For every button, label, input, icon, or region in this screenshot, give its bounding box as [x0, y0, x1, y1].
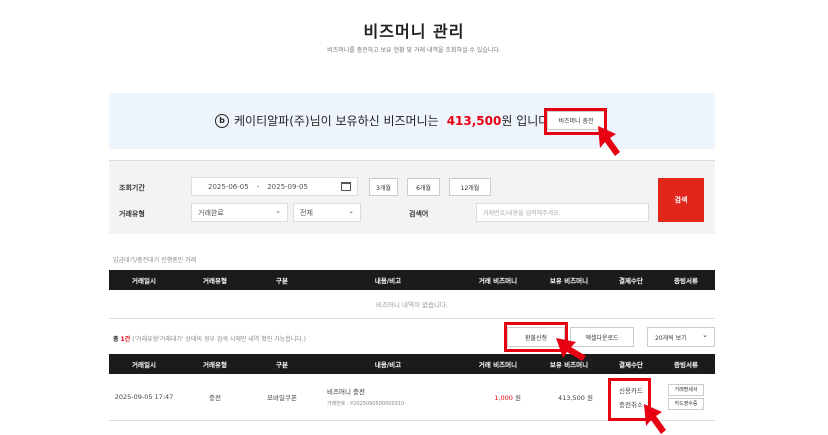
pending-table-header: 거래일시 거래유형 구분 내용/비고 거래 비즈머니 보유 비즈머니 결제수단 … — [109, 270, 715, 290]
balance-amount: 413,500 — [446, 113, 502, 128]
pointer-arrow-icon — [598, 126, 620, 156]
trade-datetime: 2025-09-05 17:47 — [109, 374, 179, 421]
count-note: ('거래유형'거래대기' 상태의 경우 검색 시에만 내역 확인 가능합니다.) — [132, 336, 307, 343]
balance-after: 413,500 — [558, 393, 585, 402]
keyword-label: 검색어 — [409, 210, 429, 218]
search-panel: 조회기간 2025-06-05 - 2025-09-05 3개월 6개월 12개… — [109, 160, 715, 234]
column-header: 내용/비고 — [313, 270, 463, 290]
trade-amount: 1,000 — [494, 393, 513, 402]
page-size-value: 20개씩 보기 — [655, 334, 687, 342]
chevron-down-icon: ⌄ — [275, 207, 281, 215]
column-header: 결제수단 — [605, 354, 657, 374]
pointer-arrow-icon — [556, 338, 586, 361]
empty-message: 비즈머니 내역이 없습니다. — [109, 290, 715, 319]
date-range-input[interactable]: 2025-06-05 - 2025-09-05 — [191, 177, 358, 196]
category-value: 전체 — [300, 208, 313, 217]
transaction-statement-button[interactable]: 거래명세서 — [668, 383, 704, 396]
trade-type-value: 거래완료 — [198, 208, 224, 217]
column-header: 거래유형 — [179, 270, 251, 290]
trade-unit: 원 — [515, 393, 521, 402]
result-count: 총 1건 ('거래유형'거래대기' 상태의 경우 검색 시에만 내역 확인 가능… — [113, 334, 306, 343]
count-value: 1건 — [120, 336, 131, 343]
column-header: 구분 — [251, 270, 313, 290]
trade-content: 비즈머니 충전 거래번호 : P2025090500000310 — [313, 374, 463, 421]
pointer-arrow-icon — [644, 404, 666, 434]
history-table-header: 거래일시 거래유형 구분 내용/비고 거래 비즈머니 보유 비즈머니 결제수단 … — [109, 354, 715, 374]
transaction-number: 거래번호 : P2025090500000310 — [327, 401, 405, 408]
trade-amount-cell: 1,000 원 — [463, 374, 533, 421]
end-date: 2025-09-05 — [267, 182, 308, 191]
column-header: 결제수단 — [605, 270, 657, 290]
balance-summary: b 케이티알파(주)님이 보유하신 비즈머니는 413,500 원 입니다. — [215, 112, 553, 129]
period-12-months-button[interactable]: 12개월 — [449, 178, 491, 196]
type-label: 거래유형 — [119, 210, 145, 218]
trade-type: 충전 — [179, 374, 251, 421]
calendar-icon[interactable] — [341, 182, 351, 191]
column-header: 거래 비즈머니 — [463, 354, 533, 374]
period-3-months-button[interactable]: 3개월 — [369, 178, 398, 196]
balance-text-prefix: 케이티알파(주)님이 보유하신 비즈머니는 — [234, 114, 439, 128]
balance-amount-cell: 413,500 원 — [533, 374, 605, 421]
page-title: 비즈머니 관리 — [363, 22, 465, 41]
column-header: 거래일시 — [109, 270, 179, 290]
chevron-down-icon: ⌄ — [702, 331, 708, 339]
column-header: 거래 비즈머니 — [463, 270, 533, 290]
column-header: 증빙서류 — [657, 354, 715, 374]
keyword-placeholder: 거래번호/내용을 입력해주세요. — [483, 210, 561, 217]
chevron-down-icon: ⌄ — [348, 207, 354, 215]
start-date: 2025-06-05 — [208, 182, 249, 191]
column-header: 보유 비즈머니 — [533, 270, 605, 290]
period-label: 조회기간 — [119, 184, 145, 192]
keyword-input[interactable]: 거래번호/내용을 입력해주세요. — [476, 203, 649, 222]
content-title: 비즈머니 충전 — [327, 388, 365, 397]
trade-type-select[interactable]: 거래완료 ⌄ — [191, 203, 288, 222]
page-size-select[interactable]: 20개씩 보기 ⌄ — [647, 327, 715, 347]
column-header: 구분 — [251, 354, 313, 374]
bizmoney-coin-icon: b — [215, 113, 229, 128]
category-select[interactable]: 전체 ⌄ — [293, 203, 361, 222]
date-separator: - — [256, 182, 260, 191]
period-6-months-button[interactable]: 6개월 — [407, 178, 440, 196]
column-header: 내용/비고 — [313, 354, 463, 374]
balance-panel: b 케이티알파(주)님이 보유하신 비즈머니는 413,500 원 입니다. 비… — [109, 93, 715, 149]
count-prefix: 총 — [113, 336, 119, 343]
page-description: 비즈머니를 충전하고 보유 현황 및 거래 내역을 조회하실 수 있습니다. — [327, 47, 501, 54]
pending-table: 거래일시 거래유형 구분 내용/비고 거래 비즈머니 보유 비즈머니 결제수단 … — [109, 270, 715, 319]
trade-category: 모바일쿠폰 — [251, 374, 313, 421]
column-header: 거래유형 — [179, 354, 251, 374]
column-header: 증빙서류 — [657, 270, 715, 290]
search-button[interactable]: 검색 — [658, 178, 704, 222]
pending-section-note: 입금대기/충전대기 진행중인 거래 — [113, 257, 197, 264]
card-receipt-button[interactable]: 카드영수증 — [668, 397, 704, 410]
column-header: 거래일시 — [109, 354, 179, 374]
balance-unit: 원 — [587, 393, 593, 402]
